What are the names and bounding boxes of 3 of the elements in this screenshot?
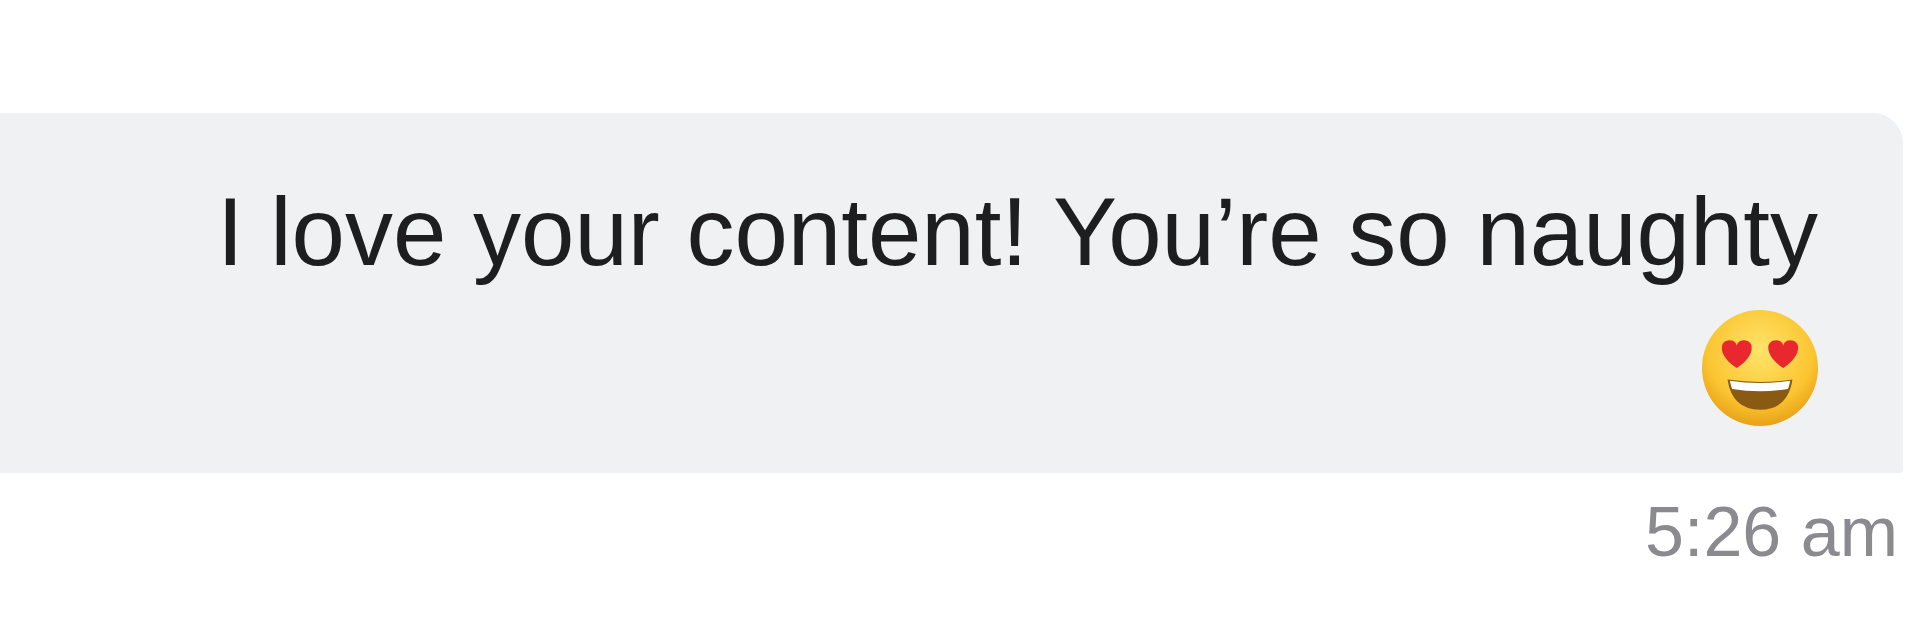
message-text: I love your content! You’re so naughty [216, 177, 1818, 287]
heart-eyes-face-icon [1702, 310, 1818, 426]
message-time: 5:26 am [1645, 492, 1898, 572]
